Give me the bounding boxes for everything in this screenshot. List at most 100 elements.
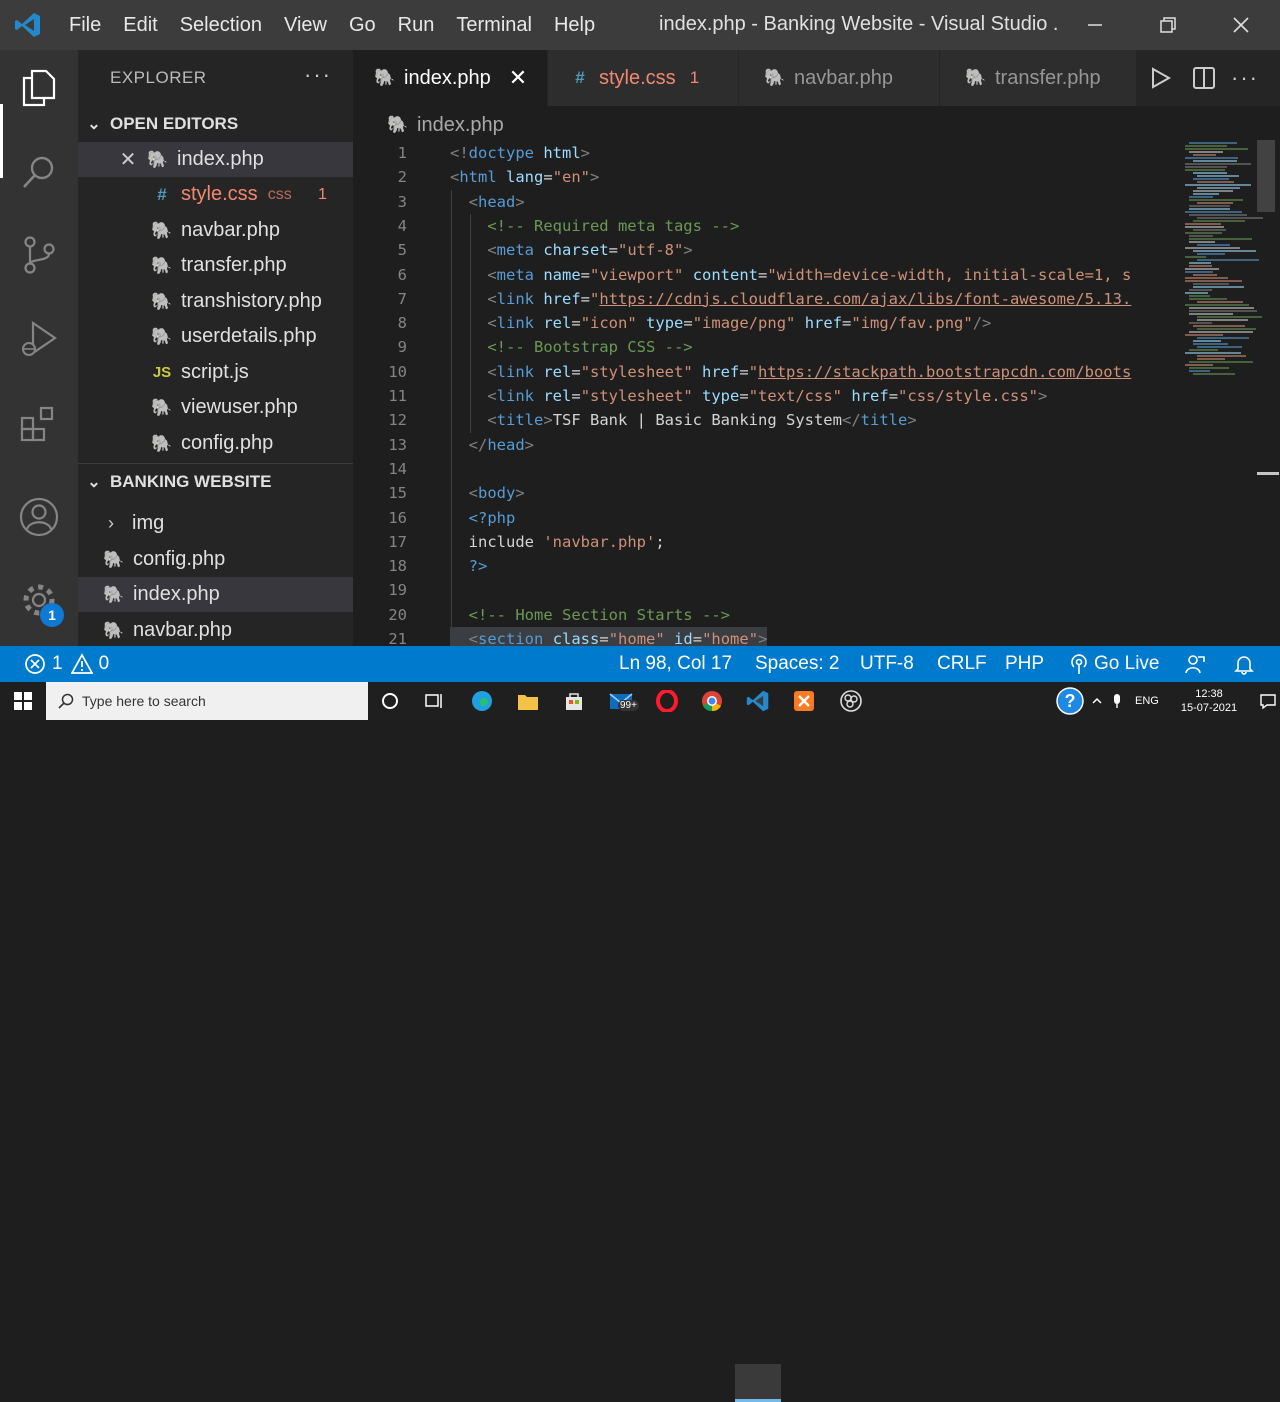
code-line[interactable]: 19 <box>353 578 1175 602</box>
clock[interactable]: 12:38 15-07-2021 <box>1181 687 1237 715</box>
tree-index-php[interactable]: 🐘 index.php <box>78 577 353 612</box>
code-line[interactable]: 11 <link rel="stylesheet" type="text/css… <box>353 384 1175 408</box>
run-debug-button[interactable] <box>17 317 61 361</box>
extensions-button[interactable] <box>17 402 61 446</box>
accounts-button[interactable] <box>17 495 61 539</box>
notifications-button[interactable] <box>1233 646 1255 682</box>
cursor-position[interactable]: Ln 98, Col 17 <box>619 646 732 682</box>
tab-index-php[interactable]: 🐘 index.php ✕ <box>353 50 547 106</box>
code-token: https://stackpath.bootstrapcdn.com/boots <box>758 362 1132 381</box>
restore-button[interactable] <box>1133 0 1203 50</box>
code-line[interactable]: 16 <?php <box>353 506 1175 530</box>
menu-go[interactable]: Go <box>349 14 376 37</box>
more-actions-icon[interactable]: ··· <box>1231 65 1259 91</box>
xampp-app[interactable] <box>789 686 819 716</box>
code-line[interactable]: 17 include 'navbar.php'; <box>353 530 1175 554</box>
minimap[interactable] <box>1175 140 1280 646</box>
open-editor-navbar-php[interactable]: 🐘 navbar.php <box>78 213 353 248</box>
start-button[interactable] <box>8 686 38 716</box>
code-line[interactable]: 10 <link rel="stylesheet" href="https://… <box>353 360 1175 384</box>
tab-transfer-php[interactable]: 🐘 transfer.php <box>940 50 1136 106</box>
store-app[interactable] <box>559 686 589 716</box>
microphone-icon[interactable] <box>1111 693 1123 709</box>
chrome-app[interactable] <box>697 686 727 716</box>
open-editor-style-css[interactable]: # style.css css 1 <box>78 177 353 212</box>
open-editor-transfer-php[interactable]: 🐘 transfer.php <box>78 248 353 283</box>
open-editor-userdetails-php[interactable]: 🐘 userdetails.php <box>78 319 353 354</box>
go-live-button[interactable]: Go Live <box>1068 646 1159 682</box>
language-mode[interactable]: PHP <box>1005 646 1044 682</box>
open-editors-section[interactable]: ⌄ OPEN EDITORS <box>78 106 353 142</box>
taskbar-search[interactable]: Type here to search <box>46 682 368 720</box>
code-line[interactable]: 3 <head> <box>353 190 1175 214</box>
code-line[interactable]: 5 <meta charset="utf-8"> <box>353 238 1175 262</box>
code-line[interactable]: 15 <body> <box>353 481 1175 505</box>
cortana-button[interactable] <box>375 686 405 716</box>
vscode-app[interactable] <box>743 686 773 716</box>
help-circle-icon[interactable]: ? <box>1055 686 1085 716</box>
input-language[interactable]: ENG <box>1135 695 1159 707</box>
code-line[interactable]: 14 <box>353 457 1175 481</box>
search-button[interactable] <box>17 150 61 194</box>
tree-navbar-php[interactable]: 🐘 navbar.php <box>78 613 353 646</box>
task-view-button[interactable] <box>419 686 449 716</box>
vertical-scrollbar-thumb[interactable] <box>1257 140 1275 212</box>
menu-edit[interactable]: Edit <box>123 14 157 37</box>
menu-help[interactable]: Help <box>554 14 595 37</box>
code-editor[interactable]: 1 <!doctype html> 2 <html lang="en"> 3 <head… <box>353 140 1175 646</box>
opera-app[interactable] <box>652 686 682 716</box>
close-tab-icon[interactable]: ✕ <box>509 65 527 91</box>
tree-config-php[interactable]: 🐘 config.php <box>78 542 353 577</box>
tab-style-css[interactable]: # style.css 1 <box>548 50 738 106</box>
open-editor-transhistory-php[interactable]: 🐘 transhistory.php <box>78 284 353 319</box>
code-line[interactable]: 21 <section class="home" id="home"> <box>353 627 1175 646</box>
code-line[interactable]: 13 </head> <box>353 433 1175 457</box>
problems-indicator[interactable]: 1 0 <box>24 646 109 682</box>
menu-selection[interactable]: Selection <box>180 14 262 37</box>
source-control-button[interactable] <box>17 233 61 277</box>
menu-file[interactable]: File <box>69 14 101 37</box>
close-window-button[interactable] <box>1206 0 1276 50</box>
close-editor-icon[interactable]: ✕ <box>116 147 140 172</box>
encoding[interactable]: UTF-8 <box>860 646 914 682</box>
breadcrumb[interactable]: 🐘 index.php <box>386 112 503 138</box>
mail-app[interactable]: 99+ <box>606 686 639 716</box>
menu-terminal[interactable]: Terminal <box>456 14 532 37</box>
obs-app[interactable] <box>836 686 866 716</box>
minimize-button[interactable] <box>1060 0 1130 50</box>
open-editor-config-php[interactable]: 🐘 config.php <box>78 426 353 461</box>
edge-app[interactable] <box>467 686 497 716</box>
split-editor-icon[interactable] <box>1191 65 1217 91</box>
code-line[interactable]: 20 <!-- Home Section Starts --> <box>353 603 1175 627</box>
menu-run[interactable]: Run <box>398 14 435 37</box>
workspace-section[interactable]: ⌄ BANKING WEBSITE <box>78 463 353 500</box>
code-line[interactable]: 12 <title>TSF Bank | Basic Banking Syste… <box>353 408 1175 432</box>
minimap-line <box>1185 352 1241 354</box>
code-line[interactable]: 1 <!doctype html> <box>353 141 1175 165</box>
indentation[interactable]: Spaces: 2 <box>755 646 840 682</box>
store-bag-icon <box>566 693 582 710</box>
vscode-icon <box>746 690 769 712</box>
run-icon[interactable] <box>1147 65 1173 91</box>
chevron-up-icon[interactable] <box>1091 695 1103 707</box>
explorer-more-actions[interactable]: ··· <box>304 62 332 88</box>
code-line[interactable]: 6 <meta name="viewport" content="width=d… <box>353 263 1175 287</box>
open-editor-script-js[interactable]: JS script.js <box>78 355 353 390</box>
open-editor-viewuser-php[interactable]: 🐘 viewuser.php <box>78 390 353 425</box>
explorer-button[interactable] <box>17 66 61 110</box>
open-editor-index-php[interactable]: ✕ 🐘 index.php <box>78 142 353 177</box>
menu-view[interactable]: View <box>284 14 327 37</box>
code-token: <?php <box>468 508 516 527</box>
code-line[interactable]: 18 ?> <box>353 554 1175 578</box>
file-explorer-app[interactable] <box>513 686 543 716</box>
tab-navbar-php[interactable]: 🐘 navbar.php <box>739 50 939 106</box>
code-line[interactable]: 7 <link href="https://cdnjs.cloudflare.c… <box>353 287 1175 311</box>
action-center-icon[interactable] <box>1259 692 1277 710</box>
code-line[interactable]: 8 <link rel="icon" type="image/png" href… <box>353 311 1175 335</box>
code-line[interactable]: 9 <!-- Bootstrap CSS --> <box>353 335 1175 359</box>
code-line[interactable]: 2 <html lang="en"> <box>353 165 1175 189</box>
code-line[interactable]: 4 <!-- Required meta tags --> <box>353 214 1175 238</box>
folder-img[interactable]: › img <box>78 506 353 541</box>
feedback-button[interactable] <box>1184 646 1206 682</box>
end-of-line[interactable]: CRLF <box>937 646 987 682</box>
